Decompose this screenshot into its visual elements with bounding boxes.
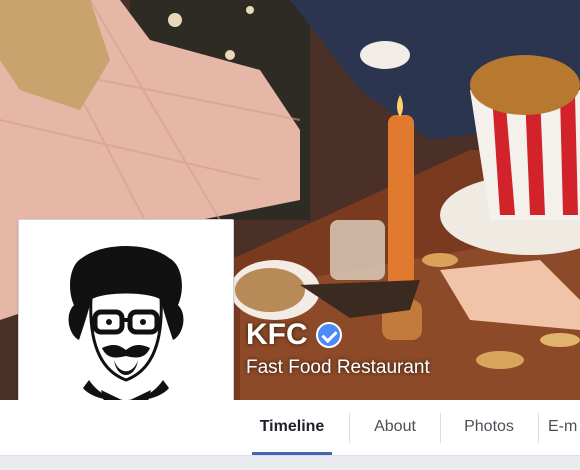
page-name-row: KFC — [246, 318, 342, 352]
tab-divider — [440, 413, 441, 443]
tab-email[interactable]: E-m — [548, 400, 580, 455]
page-nav-tabs: Timeline About Photos E-m — [0, 400, 580, 456]
page-name[interactable]: KFC — [246, 318, 308, 352]
tab-timeline[interactable]: Timeline — [252, 400, 332, 455]
verified-check-icon — [315, 322, 342, 348]
tab-photos[interactable]: Photos — [450, 400, 528, 455]
tab-about[interactable]: About — [360, 400, 430, 455]
tab-divider — [538, 413, 539, 443]
tab-divider — [349, 413, 350, 443]
page-category[interactable]: Fast Food Restaurant — [246, 357, 430, 379]
